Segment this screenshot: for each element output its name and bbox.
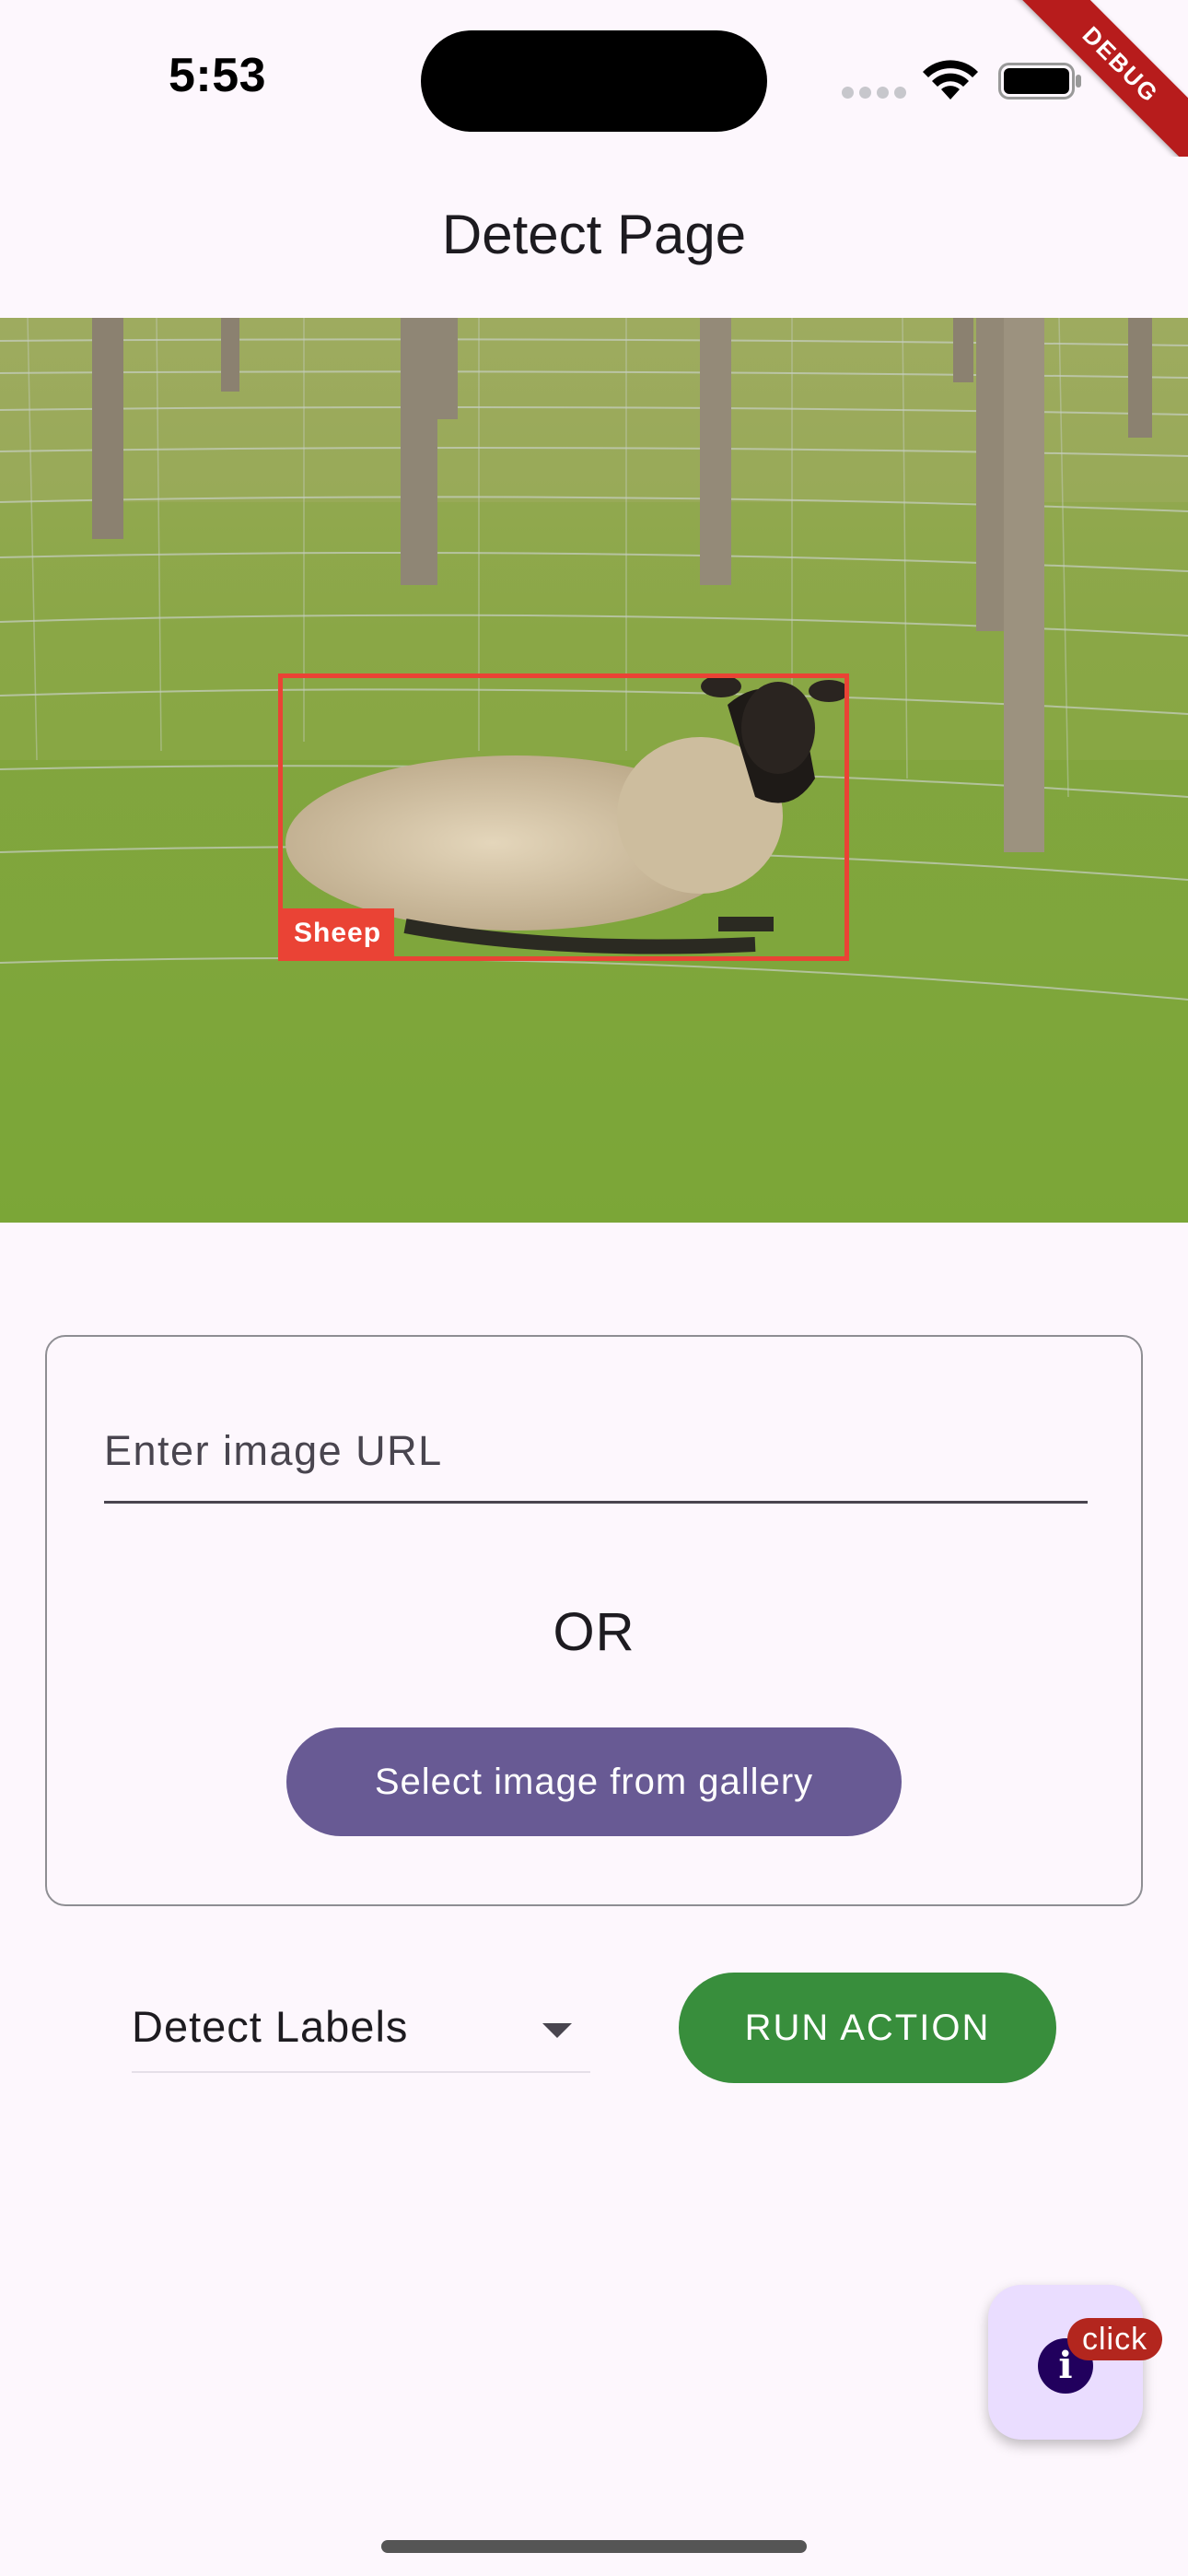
caret-down-icon — [542, 2023, 572, 2038]
cellular-signal-icon — [842, 87, 906, 100]
or-divider-text: OR — [553, 1602, 635, 1662]
app-bar: Detect Page — [0, 157, 1188, 318]
detection-bounding-box: Sheep — [278, 673, 849, 961]
run-action-button[interactable]: RUN ACTION — [679, 1973, 1056, 2083]
dropdown-selected-value: Detect Labels — [132, 2002, 409, 2051]
home-indicator[interactable] — [381, 2540, 807, 2553]
action-dropdown[interactable]: Detect Labels — [132, 1990, 590, 2073]
battery-icon — [998, 63, 1081, 100]
page-title: Detect Page — [441, 204, 747, 265]
detection-label: Sheep — [283, 908, 395, 956]
info-fab[interactable]: i click — [988, 2285, 1163, 2440]
image-url-placeholder: Enter image URL — [104, 1427, 443, 1474]
wifi-icon — [923, 60, 978, 100]
select-from-gallery-button[interactable]: Select image from gallery — [286, 1727, 902, 1836]
dynamic-island — [421, 30, 767, 132]
image-url-input[interactable]: Enter image URL — [104, 1427, 1088, 1504]
click-badge: click — [1067, 2318, 1163, 2360]
status-time: 5:53 — [169, 49, 267, 102]
status-bar: 5:53 — [0, 0, 1188, 157]
image-input-card: Enter image URL OR Select image from gal… — [45, 1335, 1143, 1906]
